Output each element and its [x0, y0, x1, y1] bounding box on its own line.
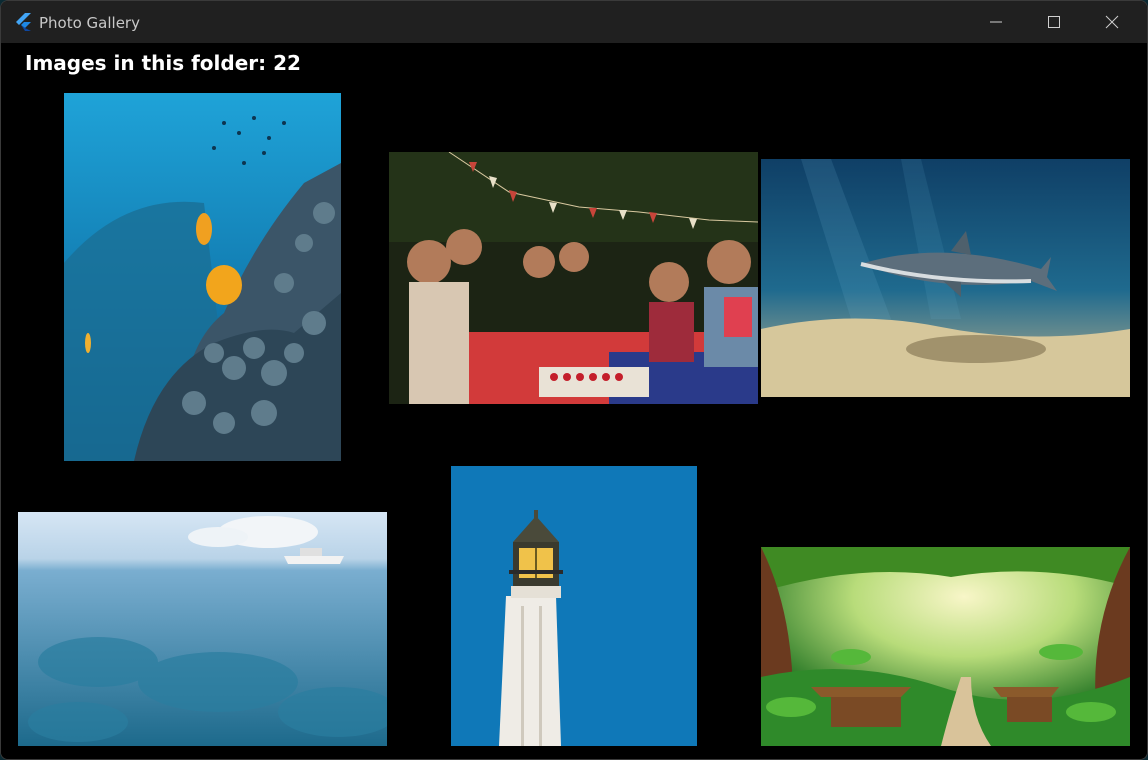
gallery-area: Images in this folder: 22 — [1, 43, 1147, 759]
image-count-heading: Images in this folder: 22 — [25, 51, 301, 75]
close-icon — [1105, 15, 1119, 29]
app-window: Photo Gallery Images in this folder: 22 — [0, 0, 1148, 760]
photo-sea-boat[interactable] — [18, 512, 387, 746]
minimize-button[interactable] — [967, 1, 1025, 43]
photo-party[interactable] — [389, 152, 758, 404]
photo-shark[interactable] — [761, 159, 1130, 397]
window-title: Photo Gallery — [39, 14, 140, 32]
photo-coral-reef[interactable] — [64, 93, 341, 461]
maximize-button[interactable] — [1025, 1, 1083, 43]
photo-jungle[interactable] — [761, 547, 1130, 746]
maximize-icon — [1048, 16, 1060, 28]
close-button[interactable] — [1083, 1, 1141, 43]
title-bar[interactable]: Photo Gallery — [1, 1, 1147, 43]
app-logo-icon — [16, 13, 31, 31]
photo-lighthouse[interactable] — [451, 466, 697, 746]
minimize-icon — [990, 21, 1002, 23]
